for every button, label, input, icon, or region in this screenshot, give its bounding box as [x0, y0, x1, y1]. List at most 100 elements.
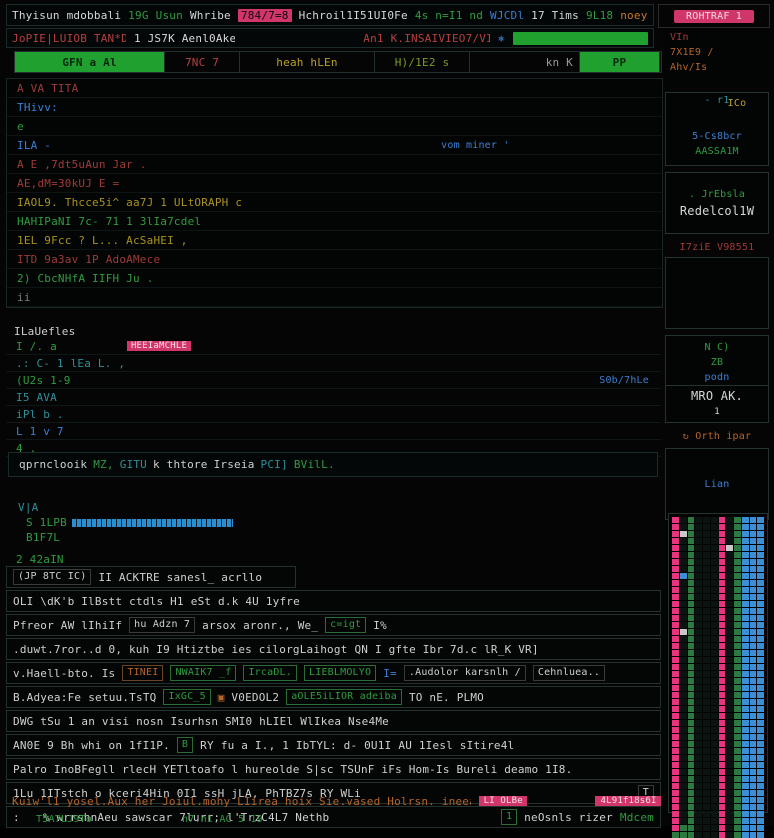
grid-cell — [687, 804, 695, 810]
menu-item-5[interactable]: Hchroil1I51UI0Fe — [299, 9, 408, 22]
grid-cell — [749, 615, 757, 621]
list-chip[interactable]: Cehnluea.. — [532, 665, 606, 681]
grid-cell — [741, 804, 749, 810]
grid-cell — [749, 629, 757, 635]
grid-cell — [695, 559, 702, 565]
list-item[interactable]: OLI \dK'b IlBstt ctdls H1 eSt d.k 4U 1yf… — [6, 590, 661, 612]
menu-item-6[interactable]: 4s n=I1 nd — [415, 9, 483, 22]
list-item[interactable]: AN0E 9 Bh whi on 1fI1P. B RY fu a I., 1 … — [6, 734, 661, 756]
list-item[interactable]: Palro InoBFegll rlecH YETltoafo l hureol… — [6, 758, 661, 780]
grid-cell — [757, 524, 764, 530]
sidebar-selection-value: Redelcol1W — [679, 203, 755, 218]
list-item[interactable]: B.Adyea:Fe setuu.TsTQ IxGC_5 ▣ V0EDOL2 a… — [6, 686, 661, 708]
grid-cell — [741, 748, 749, 754]
grid-cell — [749, 587, 757, 593]
list-text: v.Haell-bto. Is — [13, 666, 116, 680]
sidebar-panel-metrics[interactable]: N C) ZB podn MRO AK. 1 — [665, 335, 769, 423]
log-text: ILA - — [17, 138, 52, 152]
sidebar-line: 5-Cs8bcr — [692, 131, 742, 142]
table-row[interactable]: .: C- 1 lEa L. , — [6, 355, 661, 372]
list-chip[interactable]: LIEBLMOLYO — [304, 665, 377, 681]
list-chip[interactable]: NWAIK7 _f — [170, 665, 237, 681]
grid-cell — [710, 748, 718, 754]
tab-3[interactable]: H)/1E2 s — [375, 52, 470, 72]
table-row[interactable]: (U2s 1-9 S0b/7hLe — [6, 372, 661, 389]
list-item[interactable]: Pfreor AW lIhiIf hu Adzn 7 arsox aronr.,… — [6, 614, 661, 636]
grid-visualization[interactable] — [668, 513, 768, 838]
grid-cell — [710, 755, 718, 761]
grid-cell — [672, 741, 679, 747]
menu-item-7[interactable]: WJCDl — [490, 9, 524, 22]
sidebar-folder-icon-label: ICo — [727, 98, 747, 109]
table-row[interactable]: L 1 v 7 — [6, 423, 661, 440]
grid-cell — [703, 552, 710, 558]
sidebar-panel-mid-info[interactable]: - r1 ICo 5-Cs8bcr AASSA1M — [665, 92, 769, 166]
sidebar-panel-selection[interactable]: . JrEbsla Redelcol1W — [665, 172, 769, 234]
list-item[interactable]: .duwt.7ror..d 0, kuh I9 Htiztbe ies cilo… — [6, 638, 661, 660]
grid-cell — [679, 727, 687, 733]
status-bar-secondary: T5A7LJ9To n7.ni AC 5 19 — [6, 812, 661, 826]
sidebar-orange-row[interactable]: ↻ Orth ipar — [665, 429, 769, 444]
list-chip[interactable]: B — [176, 737, 194, 753]
tab-5[interactable]: PP — [580, 52, 660, 72]
list-chip[interactable]: IrcaDL. — [243, 665, 297, 681]
grid-cell — [757, 552, 764, 558]
list-chip[interactable]: aOLE5iLIOR adeiba — [286, 689, 402, 705]
grid-cell — [718, 706, 726, 712]
list-text: nosn — [136, 714, 164, 728]
refresh-icon[interactable]: ↻ — [683, 431, 689, 442]
grid-cell — [734, 552, 741, 558]
tab-0[interactable]: GFN a Al — [15, 52, 165, 72]
tab-2[interactable]: heah hLEn — [240, 52, 375, 72]
notice-part-2: GITU — [119, 458, 147, 471]
sidebar-line: VIn — [670, 32, 689, 43]
list-text: QN I gfte Ibr 7d.c lR_K VR] — [354, 642, 539, 656]
list-chip[interactable]: c=igt — [325, 617, 367, 633]
menu-item-1[interactable]: 19G — [128, 9, 148, 22]
grid-cell — [749, 818, 757, 824]
menu-item-2[interactable]: Usun — [156, 9, 183, 22]
path-input-field[interactable] — [512, 31, 649, 45]
menu-item-9[interactable]: 9L18 — [586, 9, 613, 22]
tab-1[interactable]: 7NC 7 — [165, 52, 240, 72]
menu-item-3[interactable]: Whribe — [190, 9, 231, 22]
list-chip[interactable]: TINEI — [122, 665, 164, 681]
list-chip[interactable]: IxGC_5 — [163, 689, 211, 705]
list-text: AN0E 9 Bh whi on 1fI1P. — [13, 738, 170, 752]
sidebar-panel-lian[interactable]: Lian — [665, 448, 769, 520]
menu-badge-pink[interactable]: 784/7=8 — [237, 8, 292, 22]
tab-4[interactable]: kn K — [470, 52, 580, 72]
list-text: I% — [373, 618, 387, 632]
grid-cell — [687, 615, 695, 621]
grid-cell — [687, 755, 695, 761]
list-text: Palro InoBFegll rlecH YETltoafo l hureol… — [13, 762, 573, 776]
menu-item-8[interactable]: 17 Tims — [531, 9, 579, 22]
sidebar-panel-empty[interactable] — [665, 257, 769, 329]
list-chip[interactable]: .Audolor karsnlh / — [403, 665, 526, 681]
list-chip[interactable]: (JP 8TC IC) — [13, 569, 92, 585]
table-row[interactable]: I /. a HEEIaMCHLE — [6, 338, 661, 355]
table-row[interactable]: I5 AVA — [6, 389, 661, 406]
grid-cell — [672, 769, 679, 775]
grid-cell — [718, 615, 726, 621]
grid-cell — [741, 797, 749, 803]
list-item[interactable]: (JP 8TC IC) II ACKTRE sanesl_ acrllo — [6, 566, 296, 588]
list-item[interactable]: DWG tSu 1 an visi nosn Isurhsn SMI0 hLIE… — [6, 710, 661, 732]
table-row[interactable]: iPl b . — [6, 406, 661, 423]
grid-cell — [687, 587, 695, 593]
menu-item-title[interactable]: Thyisun mdobbali — [12, 9, 121, 22]
grid-cell — [710, 818, 718, 824]
grid-cell — [687, 762, 695, 768]
log-row: 1EL 9Fcc ? L... AcSaHEI , — [7, 231, 662, 250]
list-chip[interactable]: hu Adzn 7 — [129, 617, 196, 633]
grid-cell — [672, 601, 679, 607]
sidebar-metric-3: MRO AK. — [666, 384, 768, 405]
grid-cell — [726, 608, 733, 614]
list-item[interactable]: v.Haell-bto. Is TINEI NWAIK7 _f IrcaDL. … — [6, 662, 661, 684]
grid-cell — [757, 615, 764, 621]
grid-cell — [687, 727, 695, 733]
grid-cell — [757, 643, 764, 649]
grid-cell — [726, 734, 733, 740]
log-content-area[interactable]: A VA TITA THivv: e ILA - vom miner ' A E… — [6, 78, 663, 308]
menu-item-10[interactable]: noey — [620, 9, 647, 22]
